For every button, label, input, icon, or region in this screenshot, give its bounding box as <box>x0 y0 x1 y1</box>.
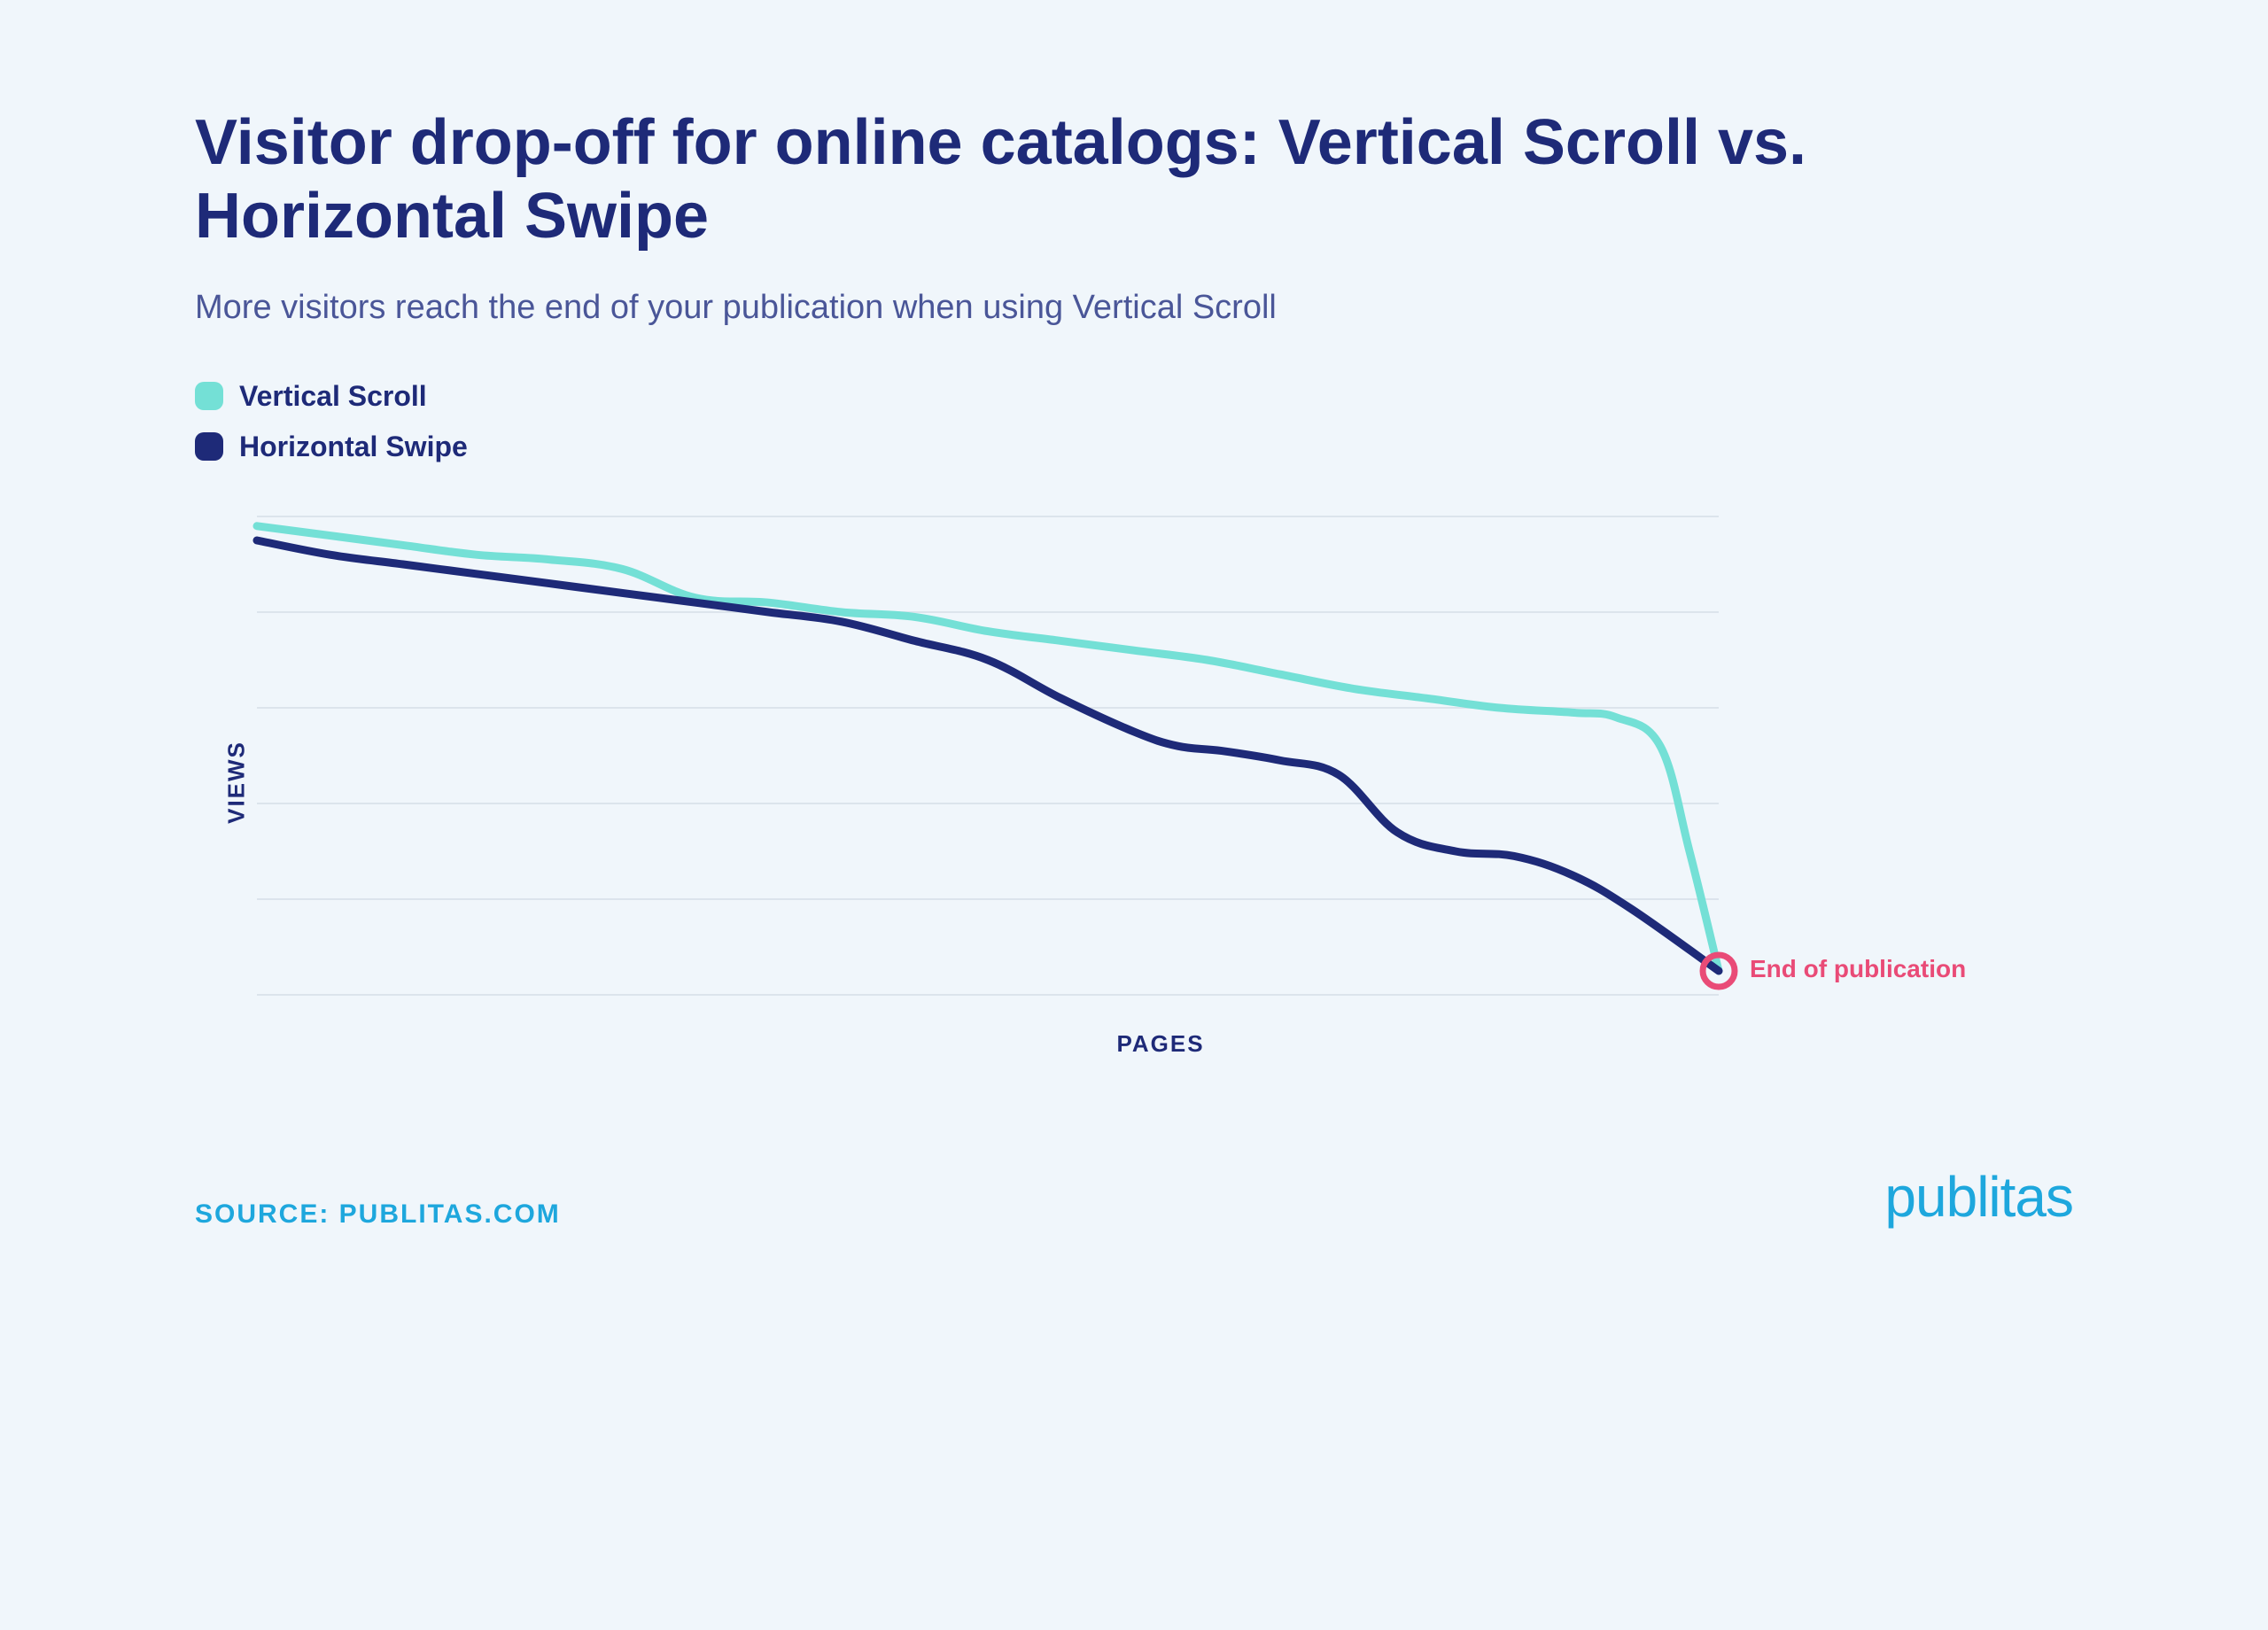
footer: SOURCE: PUBLITAS.COM publitas <box>195 1164 2073 1230</box>
end-of-publication-annotation: End of publication <box>1750 955 1966 983</box>
chart-area: VIEWS End of publication PAGES <box>248 508 2073 1058</box>
legend-swatch-teal-icon <box>195 382 223 410</box>
legend-swatch-navy-icon <box>195 432 223 461</box>
line-chart <box>248 508 1807 1004</box>
y-axis-label: VIEWS <box>222 741 250 824</box>
brand-logo: publitas <box>1884 1164 2073 1230</box>
chart-title: Visitor drop-off for online catalogs: Ve… <box>195 106 1878 253</box>
legend-label-vertical: Vertical Scroll <box>239 380 427 413</box>
legend-label-horizontal: Horizontal Swipe <box>239 431 468 463</box>
legend-item-horizontal: Horizontal Swipe <box>195 431 2073 463</box>
legend: Vertical Scroll Horizontal Swipe <box>195 380 2073 463</box>
chart-subtitle: More visitors reach the end of your publ… <box>195 289 2073 327</box>
x-axis-label: PAGES <box>248 1030 2073 1058</box>
legend-item-vertical: Vertical Scroll <box>195 380 2073 413</box>
source-text: SOURCE: PUBLITAS.COM <box>195 1199 561 1230</box>
